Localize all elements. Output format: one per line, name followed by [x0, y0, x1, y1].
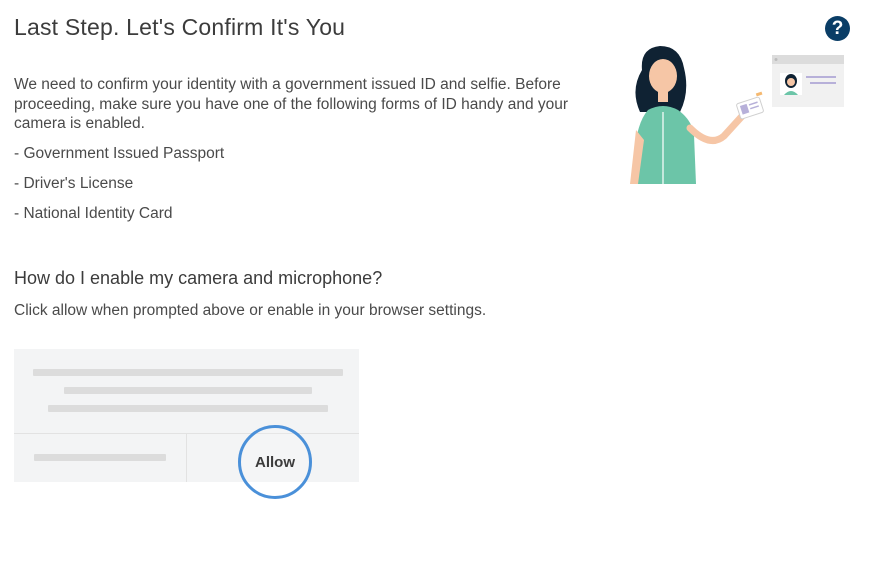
allow-button[interactable]: Allow — [238, 425, 312, 499]
placeholder-line — [64, 387, 312, 394]
placeholder-line — [48, 405, 328, 412]
browser-permission-prompt-illustration: Allow — [14, 349, 359, 499]
browser-window-icon — [772, 55, 844, 107]
list-item: - Government Issued Passport — [14, 145, 225, 162]
list-item: - Driver's License — [14, 175, 134, 192]
person-holding-id-icon — [630, 46, 764, 184]
divider — [186, 434, 187, 482]
list-item: - National Identity Card — [14, 205, 173, 222]
block-button-placeholder — [34, 454, 166, 461]
placeholder-line — [33, 369, 343, 376]
intro-text: We need to confirm your identity with a … — [14, 76, 569, 132]
allow-button-label: Allow — [255, 453, 295, 471]
id-card-icon — [736, 91, 764, 120]
id-options-list: - Government Issued Passport - Driver's … — [14, 145, 224, 235]
camera-help-instruction: Click allow when prompted above or enabl… — [14, 302, 487, 319]
help-icon[interactable]: ? — [825, 16, 850, 41]
page-title: Last Step. Let's Confirm It's You — [14, 14, 346, 40]
camera-help-heading: How do I enable my camera and microphone… — [14, 268, 383, 288]
id-verification-illustration — [630, 46, 844, 184]
